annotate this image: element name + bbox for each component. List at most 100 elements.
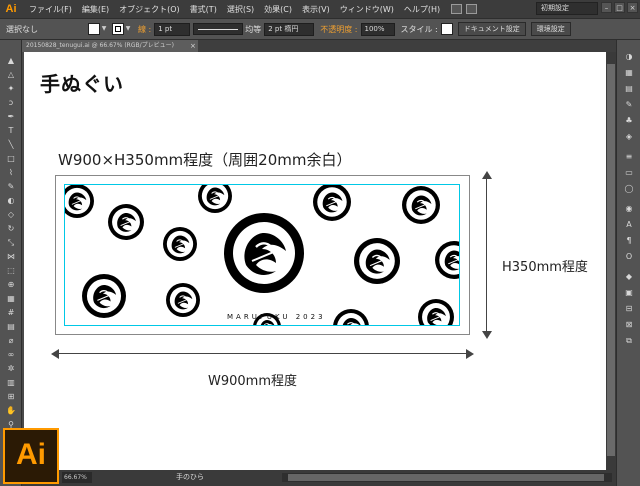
status-tool-text: 手のひら [176,473,204,481]
blob-brush-tool-icon[interactable]: ◐ [5,196,17,206]
vertical-scroll-thumb[interactable] [607,64,615,456]
layers-panel-icon[interactable]: ◆ [623,272,635,282]
stroke-swatch[interactable] [112,23,124,35]
menu-help[interactable]: ヘルプ(H) [399,4,445,15]
variable-width-profile[interactable] [193,23,244,35]
appearance-panel-icon[interactable]: ◉ [623,204,635,214]
eyedropper-tool-icon[interactable]: ⌀ [5,336,17,346]
size-spec-text: W900×H350mm程度（周囲20mm余白） [58,151,352,169]
stroke-label[interactable]: 線 : [138,24,151,35]
graphic-style-swatch[interactable] [440,23,453,35]
document-tab[interactable]: 20150828_tenugui.ai @ 66.67% (RGB/プレビュー) [22,40,198,52]
pen-tool-icon[interactable]: ✒ [5,112,17,122]
menu-window[interactable]: ウィンドウ(W) [335,4,399,15]
rectangle-tool-icon[interactable]: □ [5,154,17,164]
opacity-label[interactable]: 不透明度 : [320,24,357,35]
transparency-panel-icon[interactable]: ◯ [623,184,635,194]
column-graph-tool-icon[interactable]: ▥ [5,378,17,388]
line-style-label: 均等 [245,24,262,34]
vertical-scrollbar[interactable] [606,52,616,470]
blend-tool-icon[interactable]: ∞ [5,350,17,360]
horizontal-scrollbar[interactable] [282,473,612,482]
color-panel-icon[interactable]: ◑ [623,52,635,62]
artboards-panel-icon[interactable]: ▣ [623,288,635,298]
gradient-tool-icon[interactable]: ▤ [5,322,17,332]
selection-tool-icon[interactable]: ▲ [5,56,17,66]
preferences-button[interactable]: 環境設定 [530,22,571,36]
tools-panel: ▲ △ ✦ ↄ ✒ T ╲ □ ⌇ ✎ ◐ ◇ ↻ ⤡ ⋈ ⬚ ⊕ ▦ # ▤ … [0,40,22,486]
symbols-icon[interactable]: ♣ [623,116,635,126]
rotate-tool-icon[interactable]: ↻ [5,224,17,234]
menu-type[interactable]: 書式(T) [185,4,222,15]
line-tool-icon[interactable]: ╲ [5,140,17,150]
menu-bar: Ai ファイル(F) 編集(E) オブジェクト(O) 書式(T) 選択(S) 効… [0,0,640,18]
color-guide-icon[interactable]: ▦ [623,68,635,78]
menu-object[interactable]: オブジェクト(O) [114,4,185,15]
style-label: スタイル : [400,24,438,34]
fill-swatch[interactable] [88,23,100,35]
brush-definition-field[interactable]: 2 pt 楕円 [264,22,315,36]
artboard-tool-icon[interactable]: ⊞ [5,392,17,402]
eraser-tool-icon[interactable]: ◇ [5,210,17,220]
menubar-icons [451,4,478,14]
pencil-tool-icon[interactable]: ✎ [5,182,17,192]
menu-effect[interactable]: 効果(C) [259,4,297,15]
stroke-weight-field[interactable]: 1 pt [154,22,191,36]
paragraph-panel-icon[interactable]: ¶ [623,236,635,246]
lasso-tool-icon[interactable]: ↄ [5,98,17,108]
transform-panel-icon[interactable]: ⊠ [623,320,635,330]
perspective-grid-tool-icon[interactable]: ▦ [5,294,17,304]
align-panel-icon[interactable]: ⊟ [623,304,635,314]
paintbrush-tool-icon[interactable]: ⌇ [5,168,17,178]
arrow-down-icon [481,331,492,339]
opentype-panel-icon[interactable]: O [623,252,635,262]
character-panel-icon[interactable]: A [623,220,635,230]
type-tool-icon[interactable]: T [5,126,17,136]
menu-file[interactable]: ファイル(F) [24,4,77,15]
zoom-level-field[interactable]: 66.67% [62,472,92,483]
shape-builder-tool-icon[interactable]: ⊕ [5,280,17,290]
app-logo: Ai [5,3,17,15]
minimize-icon[interactable]: – [601,2,612,13]
opacity-field[interactable]: 100% [360,22,395,36]
gradient-panel-icon[interactable]: ▭ [623,168,635,178]
magic-wand-tool-icon[interactable]: ✦ [5,84,17,94]
selection-status: 選択なし [6,24,38,34]
stroke-panel-icon[interactable]: ≡ [623,152,635,162]
pathfinder-panel-icon[interactable]: ⧉ [623,336,635,346]
brushes-icon[interactable]: ✎ [623,100,635,110]
close-tab-icon[interactable]: × [190,40,196,52]
brand-mark-text: MARUFUKU 2023 [227,313,326,321]
illustrator-logo: Ai [3,428,59,484]
chevron-down-icon[interactable]: ▼ [100,23,108,35]
close-icon[interactable]: × [627,2,638,13]
arrow-left-icon [51,348,59,359]
direct-selection-tool-icon[interactable]: △ [5,70,17,80]
artboard-canvas[interactable]: 手ぬぐい W900×H350mm程度（周囲20mm余白） MARUFUKU 20… [24,52,606,470]
menu-view[interactable]: 表示(V) [297,4,335,15]
kamon-pattern [65,185,459,325]
scale-tool-icon[interactable]: ⤡ [5,238,17,248]
status-bar: 66.67% 手のひら [22,470,616,486]
control-bar: 選択なし ▼ ▼ 線 : 1 pt 均等 2 pt 楕円 不透明度 : 100%… [0,18,640,40]
maximize-icon[interactable]: □ [614,2,625,13]
width-tool-icon[interactable]: ⋈ [5,252,17,262]
arrange-documents-icon[interactable] [466,4,478,14]
swatches-icon[interactable]: ▤ [623,84,635,94]
graphic-styles-icon[interactable]: ◈ [623,132,635,142]
width-label: W900mm程度 [208,374,297,389]
free-transform-tool-icon[interactable]: ⬚ [5,266,17,276]
horizontal-scroll-thumb[interactable] [288,474,604,481]
menu-edit[interactable]: 編集(E) [77,4,114,15]
right-panel-dock: ◑ ▦ ▤ ✎ ♣ ◈ ≡ ▭ ◯ ◉ A ¶ O ◆ ▣ ⊟ ⊠ ⧉ [616,40,640,486]
menu-select[interactable]: 選択(S) [222,4,259,15]
bridge-icon[interactable] [451,4,463,14]
height-dimension-line [486,175,487,335]
workspace-switcher[interactable]: 初期設定 [536,2,598,15]
chevron-down-icon[interactable]: ▼ [124,23,132,35]
mesh-tool-icon[interactable]: # [5,308,17,318]
hand-tool-icon[interactable]: ✋ [5,406,17,416]
symbol-sprayer-tool-icon[interactable]: ✲ [5,364,17,374]
width-dimension-line [55,353,470,354]
document-setup-button[interactable]: ドキュメント設定 [457,22,526,36]
